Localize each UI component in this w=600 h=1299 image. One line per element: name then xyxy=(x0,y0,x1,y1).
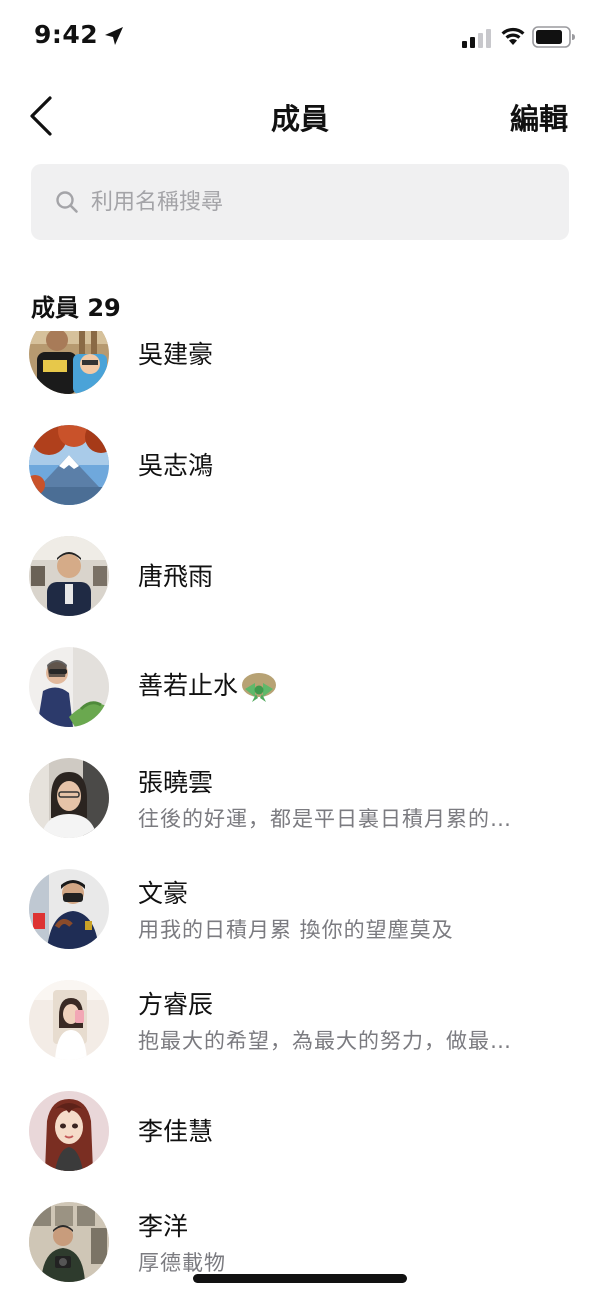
avatar xyxy=(29,536,109,616)
member-name: 善若止水 xyxy=(138,666,277,703)
edit-button[interactable]: 編輯 xyxy=(510,96,568,138)
avatar xyxy=(29,425,109,505)
member-bio: 用我的日積月累 換你的望塵莫及 xyxy=(138,918,454,942)
member-list[interactable]: 吳建豪 吳志鴻 唐飛雨 善若止水 張曉雲 往後的好運，都是平日裏日積月累的… 文… xyxy=(0,331,600,1299)
member-name: 文豪 xyxy=(138,879,189,908)
member-row[interactable]: 吳建豪 xyxy=(0,331,600,408)
member-name: 吳建豪 xyxy=(138,340,214,369)
status-bar: 9:42 xyxy=(0,0,600,74)
avatar xyxy=(29,980,109,1060)
avatar xyxy=(29,1202,109,1282)
member-row[interactable]: 善若止水 xyxy=(0,630,600,741)
member-row[interactable]: 唐飛雨 xyxy=(0,519,600,630)
member-bio: 往後的好運，都是平日裏日積月累的… xyxy=(138,807,512,831)
avatar xyxy=(29,869,109,949)
member-name: 張曉雲 xyxy=(138,768,214,797)
cellular-signal-icon xyxy=(462,29,491,48)
member-row[interactable]: 吳志鴻 xyxy=(0,408,600,519)
navigation-bar: 成員 編輯 xyxy=(0,84,600,148)
member-bio: 厚德載物 xyxy=(138,1251,226,1275)
home-indicator[interactable] xyxy=(193,1274,407,1283)
wifi-icon xyxy=(501,27,525,45)
members-section-header: 成員 29 xyxy=(31,294,121,322)
status-time: 9:42 xyxy=(34,20,99,49)
member-bio: 抱最大的希望，為最大的努力，做最… xyxy=(138,1029,512,1053)
member-name-text: 善若止水 xyxy=(138,671,239,700)
battery-icon xyxy=(532,26,575,48)
member-name: 方睿辰 xyxy=(138,990,214,1019)
member-name: 李洋 xyxy=(138,1212,189,1241)
member-row[interactable]: 方睿辰 抱最大的希望，為最大的努力，做最… xyxy=(0,963,600,1074)
member-name: 李佳慧 xyxy=(138,1117,214,1146)
location-arrow-icon xyxy=(105,27,123,45)
member-name: 唐飛雨 xyxy=(138,562,214,591)
avatar xyxy=(29,1091,109,1171)
member-row[interactable]: 張曉雲 往後的好運，都是平日裏日積月累的… xyxy=(0,741,600,852)
member-row[interactable]: 李佳慧 xyxy=(0,1074,600,1185)
green-bow-emoji-icon xyxy=(242,673,277,702)
search-icon xyxy=(56,191,78,213)
avatar xyxy=(29,758,109,838)
member-row[interactable]: 文豪 用我的日積月累 換你的望塵莫及 xyxy=(0,852,600,963)
search-input[interactable] xyxy=(91,164,551,240)
avatar xyxy=(29,331,109,394)
member-name: 吳志鴻 xyxy=(138,451,214,480)
search-bar[interactable] xyxy=(31,164,569,240)
avatar xyxy=(29,647,109,727)
